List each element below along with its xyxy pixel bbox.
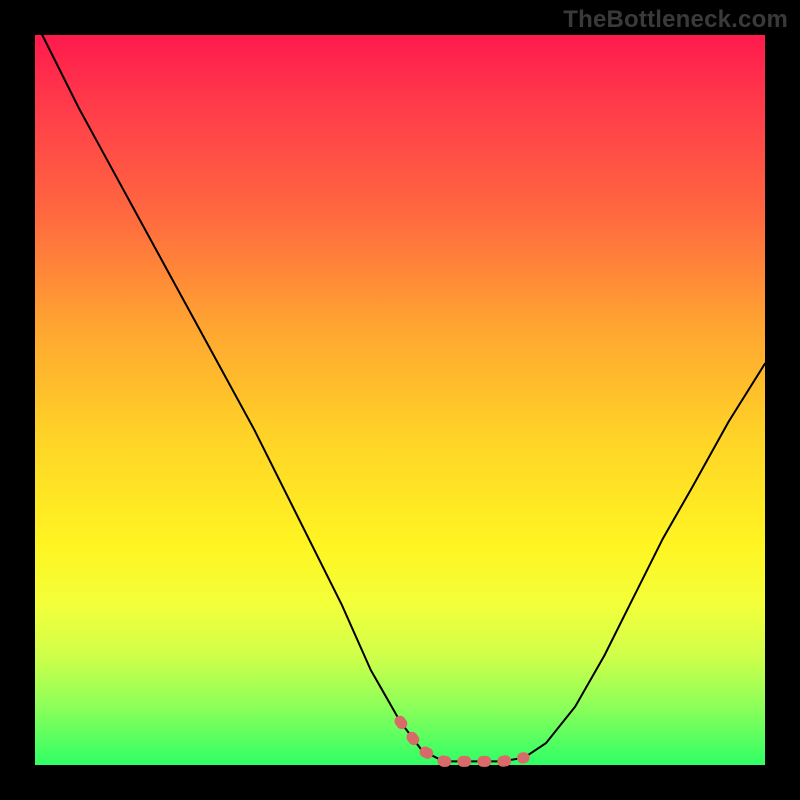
- curve-svg: [35, 35, 765, 765]
- chart-frame: TheBottleneck.com: [0, 0, 800, 800]
- bottleneck-curve: [42, 35, 765, 761]
- watermark-text: TheBottleneck.com: [563, 6, 788, 34]
- flat-bottom-highlight: [400, 721, 524, 761]
- plot-area: [35, 35, 765, 765]
